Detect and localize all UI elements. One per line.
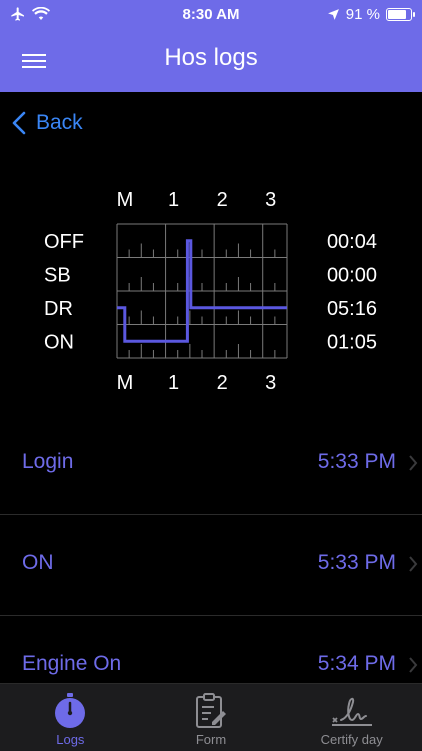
chevron-right-icon xyxy=(409,657,418,673)
signature-icon xyxy=(331,697,372,726)
log-entry-time: 5:34 PM xyxy=(317,652,396,675)
stopwatch-icon xyxy=(55,693,86,728)
log-entry-label: Login xyxy=(22,450,74,473)
log-entry-row[interactable]: ON 5:33 PM xyxy=(0,515,422,616)
status-label: DR xyxy=(44,298,73,320)
battery-percent: 91 % xyxy=(345,6,380,23)
status-label: SB xyxy=(44,264,71,286)
tab-certify-day[interactable]: Certify day xyxy=(281,684,422,751)
tab-label: Logs xyxy=(56,732,85,747)
x-tick-label-bottom: 1 xyxy=(168,372,179,394)
x-tick-label-bottom: M xyxy=(117,372,134,394)
status-total: 01:05 xyxy=(327,331,377,353)
tab-label: Form xyxy=(195,732,227,747)
status-right: 91 % xyxy=(327,6,415,23)
x-tick-label-bottom: 3 xyxy=(265,372,276,394)
log-entry-row[interactable]: Login 5:33 PM xyxy=(0,414,422,515)
chevron-right-icon xyxy=(409,556,418,572)
log-entry-label: ON xyxy=(22,551,54,574)
status-total: 05:16 xyxy=(327,298,377,320)
x-tick-label-bottom: 2 xyxy=(217,372,228,394)
battery-fill xyxy=(388,10,407,19)
back-button[interactable]: Back xyxy=(12,108,83,138)
status-bar: 8:30 AM 91 % xyxy=(0,0,422,30)
location-arrow-icon xyxy=(327,9,339,20)
back-label: Back xyxy=(36,111,83,134)
tab-logs[interactable]: Logs xyxy=(0,684,141,751)
tab-form[interactable]: Form xyxy=(141,684,282,751)
x-tick-label-top: 1 xyxy=(168,189,179,211)
status-total: 00:00 xyxy=(327,264,377,286)
clipboard-edit-icon xyxy=(196,693,226,728)
tab-bar: Logs Form Certify day xyxy=(0,683,422,751)
chevron-right-icon xyxy=(409,455,418,471)
x-tick-label-top: M xyxy=(117,189,134,211)
x-tick-label-top: 2 xyxy=(217,189,228,211)
log-entry-label: Engine On xyxy=(22,652,122,675)
nav-bar: Hos logs xyxy=(0,30,422,92)
status-label: ON xyxy=(44,331,74,353)
status-label: OFF xyxy=(44,231,84,253)
status-total: 00:04 xyxy=(327,231,377,253)
log-entry-time: 5:33 PM xyxy=(317,551,396,574)
page-title: Hos logs xyxy=(164,44,258,71)
chevron-left-icon xyxy=(12,111,26,135)
hos-chart-svg: M M 1 1 2 2 3 3 OFF SB DR ON 00:04 00:00 05:16 01:05 xyxy=(44,189,377,394)
log-entry-time: 5:33 PM xyxy=(317,450,396,473)
battery-icon xyxy=(386,8,415,21)
hos-log-chart: M M 1 1 2 2 3 3 OFF SB DR ON 00:04 00:00 05:16 01:05 xyxy=(0,170,422,400)
tab-label: Certify day xyxy=(320,732,383,747)
x-tick-label-top: 3 xyxy=(265,189,276,211)
